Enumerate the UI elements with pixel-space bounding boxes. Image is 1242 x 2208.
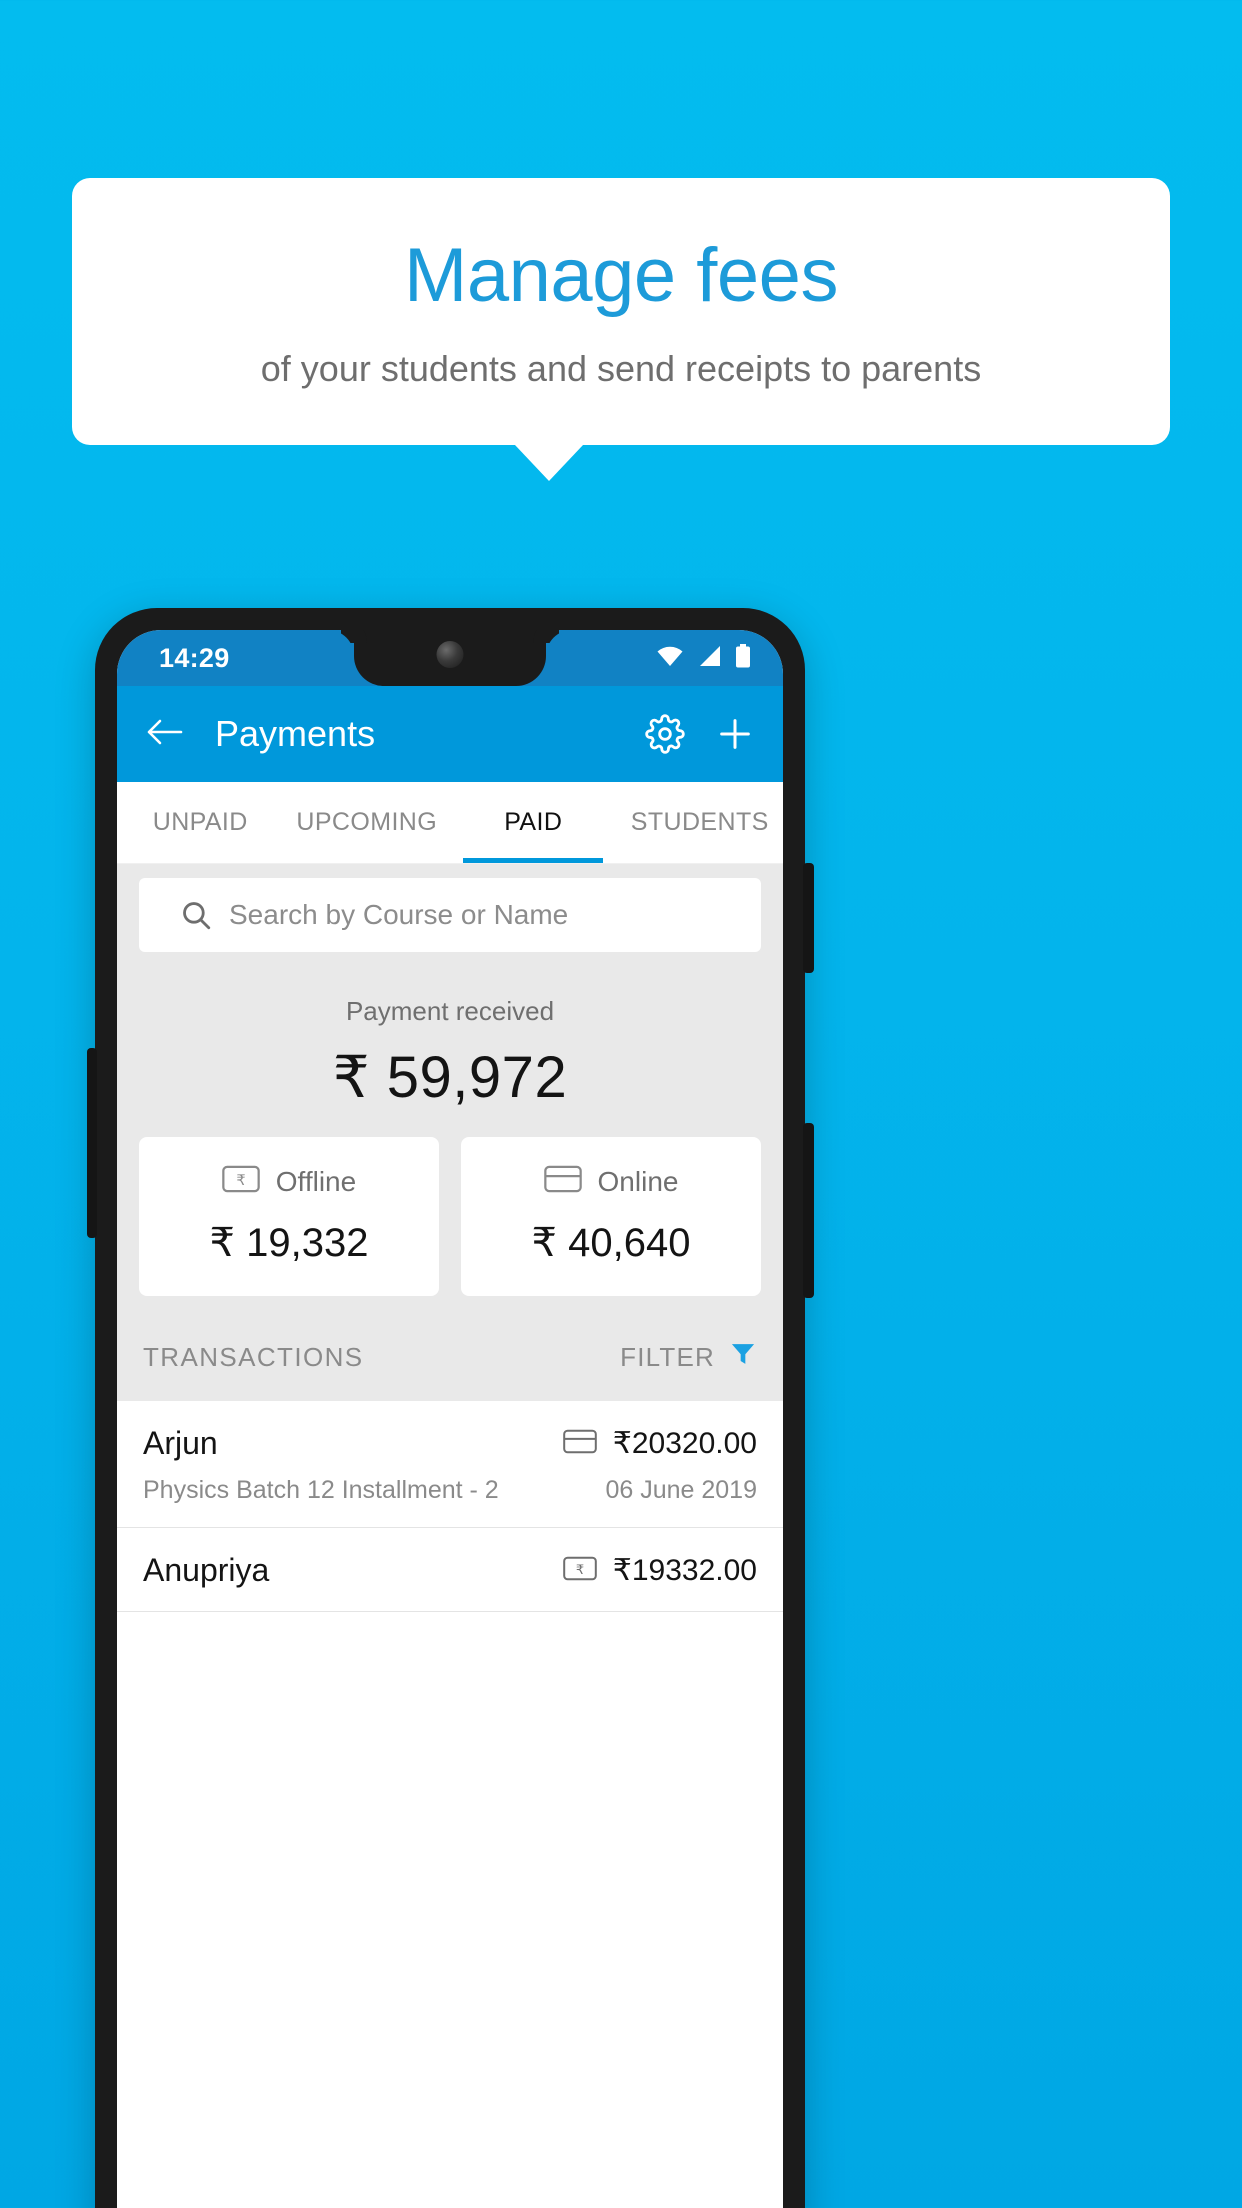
filter-button[interactable]: FILTER [620, 1340, 757, 1375]
search-section: Search by Course or Name [117, 864, 783, 952]
promo-subtitle: of your students and send receipts to pa… [260, 347, 982, 389]
promo-callout: Manage fees of your students and send re… [72, 178, 1170, 481]
svg-text:₹: ₹ [576, 1563, 584, 1578]
battery-icon [735, 644, 751, 673]
transaction-amount: ₹20320.00 [612, 1427, 757, 1460]
status-time: 14:29 [159, 643, 230, 673]
tab-bar: UNPAID UPCOMING PAID STUDENTS [117, 782, 783, 864]
offline-label: Offline [275, 1165, 357, 1197]
transaction-amount-group: ₹ ₹19332.00 [562, 1553, 757, 1588]
transaction-name: Anupriya [143, 1552, 270, 1588]
online-amount: ₹ 40,640 [531, 1221, 691, 1265]
table-row[interactable]: Anupriya ₹ ₹19332.00 [117, 1528, 783, 1612]
phone-button-right-power[interactable] [803, 1123, 814, 1298]
search-input[interactable]: Search by Course or Name [139, 878, 761, 952]
cash-note-icon: ₹ [222, 1165, 260, 1198]
transaction-description: Physics Batch 12 Installment - 2 [143, 1476, 499, 1504]
credit-card-icon [562, 1429, 597, 1459]
tab-upcoming[interactable]: UPCOMING [284, 782, 451, 863]
display-notch [354, 630, 546, 686]
online-label: Online [597, 1165, 679, 1197]
transactions-list: Arjun ₹20320.00 Physics Batch 12 Install… [117, 1401, 783, 1612]
summary-label: Payment received [345, 996, 555, 1026]
online-card-head: Online [471, 1165, 751, 1198]
gear-icon[interactable] [645, 714, 685, 754]
offline-card[interactable]: ₹ Offline ₹ 19,332 [139, 1137, 439, 1296]
table-row[interactable]: Arjun ₹20320.00 Physics Batch 12 Install… [117, 1401, 783, 1528]
tab-label: STUDENTS [630, 808, 769, 836]
wifi-icon [656, 645, 684, 672]
plus-icon[interactable] [715, 714, 755, 754]
status-icons [656, 644, 751, 673]
tab-label: UPCOMING [296, 808, 438, 836]
transaction-secondary-row: Physics Batch 12 Installment - 2 06 June… [143, 1476, 757, 1505]
tab-label: UNPAID [152, 808, 248, 836]
tab-paid[interactable]: PAID [450, 782, 617, 863]
summary-amount: ₹ 59,972 [332, 1045, 568, 1110]
phone-button-right-volume[interactable] [803, 863, 814, 973]
payment-summary: Payment received ₹ 59,972 [117, 952, 783, 1137]
transaction-primary-row: Anupriya ₹ ₹19332.00 [143, 1552, 757, 1589]
app-bar: Payments [117, 686, 783, 782]
cash-note-icon: ₹ [562, 1556, 597, 1586]
back-arrow-icon[interactable] [145, 716, 183, 753]
method-cards: ₹ Offline ₹ 19,332 Online ₹ 40,640 [117, 1137, 783, 1318]
status-bar: 14:29 [117, 630, 783, 686]
transaction-amount-group: ₹20320.00 [562, 1426, 757, 1461]
offline-amount: ₹ 19,332 [209, 1221, 369, 1265]
bubble-tail [515, 444, 583, 481]
promo-title: Manage fees [404, 233, 838, 318]
signal-icon [697, 645, 722, 672]
transactions-header: TRANSACTIONS FILTER [117, 1318, 783, 1401]
transactions-title: TRANSACTIONS [143, 1342, 364, 1372]
funnel-icon [729, 1340, 757, 1375]
promo-bubble: Manage fees of your students and send re… [72, 178, 1170, 445]
tab-unpaid[interactable]: UNPAID [117, 782, 284, 863]
tab-students[interactable]: STUDENTS [617, 782, 784, 863]
transaction-name: Arjun [143, 1425, 218, 1461]
offline-card-head: ₹ Offline [149, 1165, 429, 1198]
transaction-date: 06 June 2019 [605, 1476, 757, 1504]
tab-label: PAID [504, 808, 563, 836]
phone-button-left[interactable] [87, 1048, 97, 1238]
search-placeholder: Search by Course or Name [229, 899, 569, 930]
phone-mockup: 14:29 Payments UNPAID UPCOMING PAID STUD… [87, 608, 814, 2208]
phone-screen: 14:29 Payments UNPAID UPCOMING PAID STUD… [117, 630, 783, 2208]
search-icon [179, 898, 213, 932]
paid-tab-content: Search by Course or Name Payment receive… [117, 864, 783, 1612]
svg-text:₹: ₹ [236, 1173, 245, 1189]
credit-card-icon [543, 1165, 582, 1198]
transaction-amount: ₹19332.00 [612, 1554, 757, 1587]
front-camera-icon [436, 641, 464, 668]
online-card[interactable]: Online ₹ 40,640 [461, 1137, 761, 1296]
filter-label: FILTER [620, 1342, 715, 1372]
page-title: Payments [215, 713, 376, 754]
transaction-primary-row: Arjun ₹20320.00 [143, 1425, 757, 1462]
